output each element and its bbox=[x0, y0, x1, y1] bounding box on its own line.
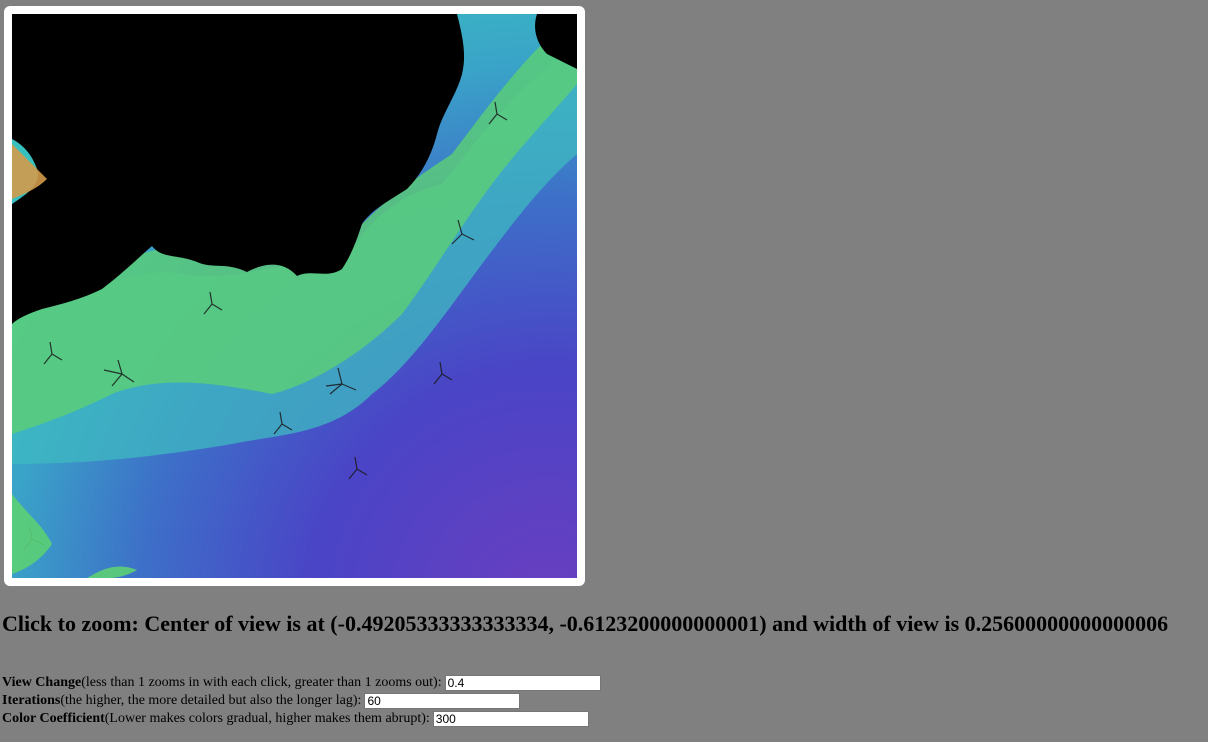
iterations-label: Iterations bbox=[2, 693, 61, 708]
heading-mid: ) and width of view is bbox=[759, 611, 965, 636]
view-change-row: View Change (less than 1 zooms in with e… bbox=[2, 674, 601, 692]
center-x-value: -0.49205333333333334 bbox=[337, 611, 549, 636]
heading-prefix: Click to zoom: Center of view is at ( bbox=[2, 611, 338, 636]
fractal-canvas-frame bbox=[4, 6, 585, 586]
view-change-input[interactable] bbox=[444, 675, 601, 691]
zoom-status-heading: Click to zoom: Center of view is at (-0.… bbox=[2, 611, 1168, 637]
view-change-label: View Change bbox=[2, 675, 82, 690]
view-width-value: 0.25600000000000006 bbox=[964, 611, 1169, 636]
iterations-hint: (the higher, the more detailed but also … bbox=[60, 693, 362, 708]
center-separator: , bbox=[548, 611, 560, 636]
center-y-value: -0.6123200000000001 bbox=[559, 611, 760, 636]
color-coefficient-input[interactable] bbox=[432, 711, 589, 727]
color-coefficient-label: Color Coefficient bbox=[2, 711, 105, 726]
fractal-canvas[interactable] bbox=[12, 14, 577, 578]
iterations-row: Iterations (the higher, the more detaile… bbox=[2, 692, 601, 710]
iterations-input[interactable] bbox=[364, 693, 521, 709]
controls-panel: View Change (less than 1 zooms in with e… bbox=[2, 674, 601, 728]
view-change-hint: (less than 1 zooms in with each click, g… bbox=[81, 675, 442, 690]
color-coefficient-hint: (Lower makes colors gradual, higher make… bbox=[104, 711, 430, 726]
color-coefficient-row: Color Coefficient (Lower makes colors gr… bbox=[2, 710, 601, 728]
